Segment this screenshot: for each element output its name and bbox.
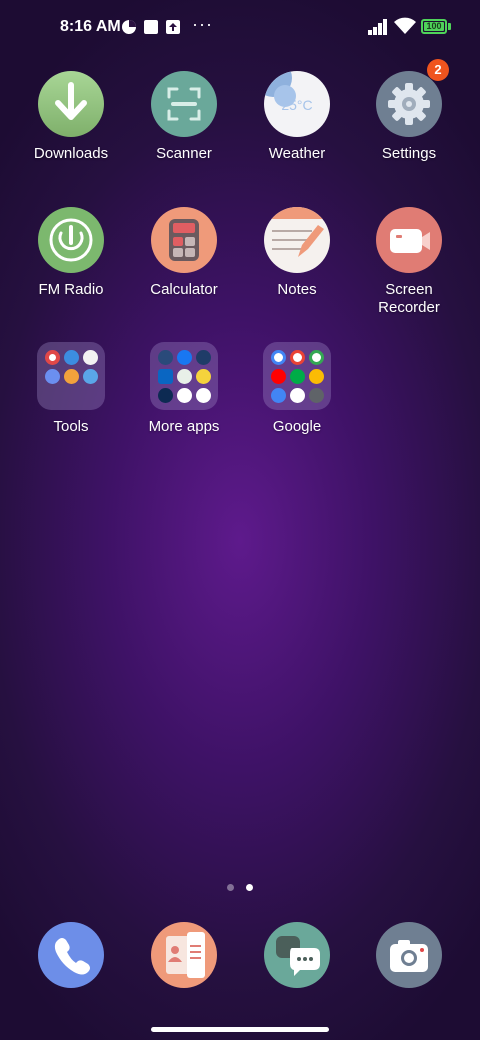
status-bar: 8:16 AM ··· 100 xyxy=(0,0,480,56)
folder-google[interactable]: Google xyxy=(241,342,353,436)
booking-mini-icon xyxy=(158,388,173,403)
tv-mini-icon xyxy=(309,388,324,403)
app-screen-recorder[interactable]: Screen Recorder xyxy=(353,207,465,317)
battery-level: 100 xyxy=(424,22,444,31)
podcasts-mini-icon xyxy=(290,388,305,403)
camera-mini-icon xyxy=(83,369,98,384)
google-mini-icon xyxy=(271,350,286,365)
app-fm-radio[interactable]: FM Radio xyxy=(15,207,127,299)
app-label: Scanner xyxy=(156,145,212,162)
status-time: 8:16 AM xyxy=(60,18,121,35)
notification-square-icon xyxy=(144,20,158,34)
app-notes[interactable]: Notes xyxy=(241,207,353,299)
photos-mini-icon xyxy=(271,388,286,403)
maps-mini-icon xyxy=(309,350,324,365)
phone-icon xyxy=(38,922,104,988)
page-indicator[interactable] xyxy=(0,878,480,896)
folder-more-apps[interactable]: More apps xyxy=(128,342,240,436)
app-label: Settings xyxy=(381,145,437,162)
notification-badge: 2 xyxy=(427,59,449,81)
battery-icon: 100 xyxy=(421,19,447,34)
app-label: Notes xyxy=(277,281,317,298)
app-settings[interactable]: 2 Settings xyxy=(353,59,465,163)
app-downloads[interactable]: Downloads xyxy=(15,71,127,163)
app-label: FM Radio xyxy=(38,281,104,298)
folder-label: Tools xyxy=(53,418,89,435)
video-camera-icon xyxy=(376,207,442,273)
notes-icon xyxy=(264,207,330,273)
cart-mini-icon xyxy=(158,350,173,365)
maps-mini-icon xyxy=(177,369,192,384)
radio-icon xyxy=(38,207,104,273)
downloads-icon xyxy=(38,71,104,137)
folder-label: Google xyxy=(272,418,322,435)
app-label: Downloads xyxy=(33,145,109,162)
notes-mini-icon xyxy=(64,369,79,384)
more-notifications-icon: ··· xyxy=(192,14,213,34)
app-label: Screen Recorder xyxy=(378,281,440,316)
camera-icon xyxy=(376,922,442,988)
folder-icon xyxy=(150,342,218,410)
page-dot-active[interactable] xyxy=(246,884,253,891)
gear-icon xyxy=(376,71,442,137)
signal-icon xyxy=(368,19,387,35)
app-scanner[interactable]: Scanner xyxy=(128,71,240,163)
app-weather[interactable]: 25°C Weather xyxy=(241,71,353,163)
data-saver-icon xyxy=(122,20,136,34)
assistant-mini-icon xyxy=(196,388,211,403)
messages-icon xyxy=(264,922,330,988)
dock-messages[interactable] xyxy=(264,922,330,988)
linkedin-mini-icon xyxy=(158,369,173,384)
amazon-mini-icon xyxy=(196,350,211,365)
app-label: Calculator xyxy=(150,281,218,298)
smile-mini-icon xyxy=(196,369,211,384)
dock-phone[interactable] xyxy=(38,922,104,988)
app-calculator[interactable]: Calculator xyxy=(128,207,240,299)
recorder-mini-icon xyxy=(45,350,60,365)
weather-icon: 25°C xyxy=(264,71,330,137)
app-label: Weather xyxy=(268,145,326,162)
infinity-mini-icon xyxy=(64,350,79,365)
dock-camera[interactable] xyxy=(376,922,442,988)
folder-tools[interactable]: Tools xyxy=(15,342,127,436)
page-dot[interactable] xyxy=(227,884,234,891)
contacts-icon xyxy=(151,922,217,988)
compass-mini-icon xyxy=(83,350,98,365)
calculator-icon xyxy=(151,207,217,273)
facebook-mini-icon xyxy=(177,350,192,365)
home-indicator[interactable] xyxy=(151,1027,329,1032)
folder-icon xyxy=(37,342,105,410)
scanner-icon xyxy=(151,71,217,137)
dock-contacts[interactable] xyxy=(151,922,217,988)
folder-icon xyxy=(263,342,331,410)
play-store-mini-icon xyxy=(177,388,192,403)
folder-label: More apps xyxy=(148,418,220,435)
meet-mini-icon xyxy=(290,369,305,384)
gmail-mini-icon xyxy=(290,350,305,365)
youtube-mini-icon xyxy=(271,369,286,384)
drive-mini-icon xyxy=(309,369,324,384)
weather-temp: 25°C xyxy=(281,97,313,113)
wifi-icon xyxy=(394,17,416,34)
upload-icon xyxy=(166,20,180,34)
clone-mini-icon xyxy=(45,369,60,384)
